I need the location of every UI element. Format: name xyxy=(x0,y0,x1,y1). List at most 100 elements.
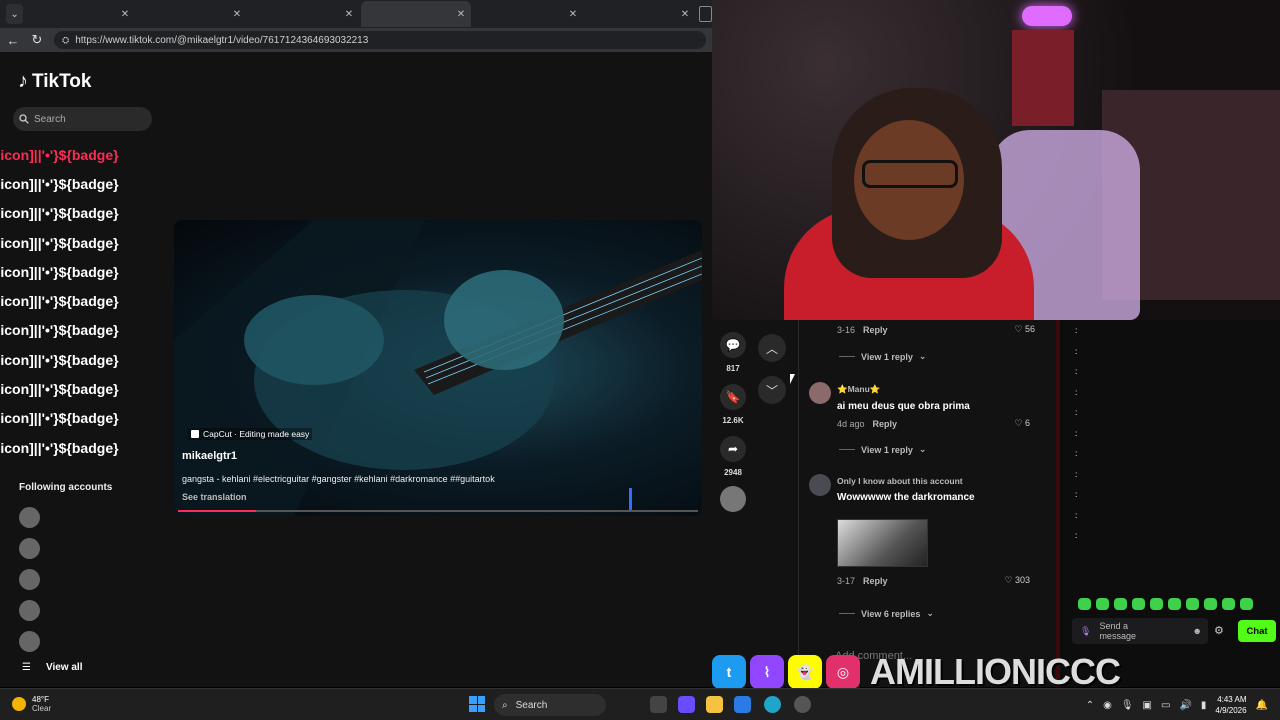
system-tray: ⌃ ◉ 🎙 ▣ ▭ 🔊 ▮ 4:43 AM 4/9/2026 🔔 xyxy=(1086,689,1280,720)
taskbar-search[interactable]: ⌕ Search xyxy=(494,694,606,716)
sidebar-item-explore[interactable]: ${icons[n.icon]||'•'}${badge} xyxy=(0,199,177,228)
sidebar-item-more[interactable]: ${icons[n.icon]||'•'}${badge} xyxy=(0,433,177,462)
view-replies-button[interactable]: View 1 reply ⌄ xyxy=(799,444,926,455)
sidebar-item-activity[interactable]: ${icons[n.icon]||'•'}${badge} xyxy=(0,345,177,374)
chat-send-button[interactable]: Chat xyxy=(1238,620,1276,642)
sidebar-item-live[interactable]: ${icons[n.icon]||'•'}${badge} xyxy=(0,286,177,315)
emoji-icon[interactable]: ☻ xyxy=(1193,626,1202,636)
browser-tab[interactable]: ✕ xyxy=(137,1,247,27)
close-icon[interactable]: ✕ xyxy=(121,9,129,20)
emote-icon[interactable] xyxy=(1240,598,1253,610)
emote-icon[interactable] xyxy=(1186,598,1199,610)
browser-tab[interactable]: ✕ xyxy=(585,1,695,27)
view-replies-button[interactable]: View 6 replies ⌄ xyxy=(799,608,934,619)
browser-tab[interactable]: ✕ xyxy=(249,1,359,27)
emote-icon[interactable] xyxy=(1132,598,1145,610)
sidebar-item-upload[interactable]: ${icons[n.icon]||'•'}${badge} xyxy=(0,374,177,403)
emote-icon[interactable] xyxy=(1114,598,1127,610)
file-explorer-icon[interactable] xyxy=(706,696,723,713)
following-account[interactable] xyxy=(19,502,49,533)
comment-user[interactable]: Only I know about this account xyxy=(837,476,1052,486)
next-video-button[interactable]: ﹀ xyxy=(758,376,786,404)
like-button[interactable]: ♡ 56 xyxy=(1014,324,1035,335)
view-replies-button[interactable]: View 1 reply ⌄ xyxy=(799,351,926,362)
reply-button[interactable]: Reply xyxy=(863,325,888,335)
sidebar-item-messages[interactable]: ${icons[n.icon]||'•'}${badge} xyxy=(0,316,177,345)
emote-icon[interactable] xyxy=(1168,598,1181,610)
following-account[interactable] xyxy=(19,533,49,564)
like-button[interactable]: ♡ 6 xyxy=(1014,418,1030,429)
browser-tab[interactable]: ✕ xyxy=(361,1,472,27)
split-view-icon[interactable] xyxy=(699,6,712,22)
edge-icon[interactable] xyxy=(764,696,781,713)
sidebar-item-profile[interactable]: ${icons[n.icon]||'•'}${badge} xyxy=(0,404,177,433)
comment-image[interactable] xyxy=(837,519,928,567)
emote-icon[interactable] xyxy=(1096,598,1109,610)
avatar[interactable] xyxy=(809,382,831,404)
chevron-up-icon[interactable]: ⌃ xyxy=(1086,700,1094,711)
sidebar-item-shop[interactable]: ${icons[n.icon]||'•'}${badge} xyxy=(0,169,177,198)
capcut-tag[interactable]: CapCut · Editing made easy xyxy=(188,428,313,440)
close-icon[interactable]: ✕ xyxy=(233,9,241,20)
sidebar-item-friends[interactable]: ${icons[n.icon]||'•'}${badge} xyxy=(0,257,177,286)
clock[interactable]: 4:43 AM 4/9/2026 xyxy=(1215,694,1246,716)
url-field[interactable]: ⛭ https://www.tiktok.com/@mikaelgtr1/vid… xyxy=(54,31,706,49)
close-icon[interactable]: ✕ xyxy=(457,9,465,20)
tray-app-icon[interactable]: ◉ xyxy=(1103,700,1112,711)
search-input[interactable]: Search xyxy=(13,107,152,131)
browser-tab[interactable]: ✕ xyxy=(473,1,583,27)
back-icon[interactable]: ← xyxy=(6,33,20,48)
following-account[interactable] xyxy=(19,595,49,626)
comment-user[interactable]: ⭐Manu⭐ xyxy=(837,384,1052,395)
volume-icon[interactable]: 🔊 xyxy=(1179,700,1191,711)
microphone-icon[interactable]: 🎙 xyxy=(1080,626,1091,636)
capcut-icon xyxy=(191,430,199,438)
microphone-icon[interactable]: 🎙 xyxy=(1121,700,1134,711)
like-button[interactable]: ♡ 303 xyxy=(1004,575,1030,586)
obs-icon[interactable] xyxy=(794,696,811,713)
video-author[interactable]: mikaelgtr1 xyxy=(182,450,237,462)
emote-icon[interactable] xyxy=(1150,598,1163,610)
close-icon[interactable]: ✕ xyxy=(345,9,353,20)
emote-icon[interactable] xyxy=(1204,598,1217,610)
monitor-icon[interactable]: ▭ xyxy=(1161,700,1170,711)
emote-icon[interactable] xyxy=(1222,598,1235,610)
avatar[interactable] xyxy=(809,474,831,496)
copilot-icon[interactable] xyxy=(678,696,695,713)
tiktok-logo[interactable]: ♪ TikTok xyxy=(18,70,91,93)
start-button[interactable] xyxy=(469,696,485,712)
comment-action[interactable]: 💬 817 xyxy=(718,332,748,373)
site-info-icon[interactable]: ⛭ xyxy=(62,35,69,46)
browser-tab[interactable]: ✕ xyxy=(25,1,135,27)
video-progress-bar[interactable] xyxy=(178,510,698,512)
chat-input-placeholder: Send a message xyxy=(1099,621,1136,641)
gear-icon[interactable]: ⚙ xyxy=(1214,624,1224,637)
sidebar-item-for-you[interactable]: ${icons[n.icon]||'•'}${badge} xyxy=(0,140,177,169)
sound-action[interactable] xyxy=(718,486,748,512)
mail-icon[interactable] xyxy=(734,696,751,713)
video-player[interactable]: CapCut · Editing made easy mikaelgtr1 ga… xyxy=(174,220,702,516)
previous-video-button[interactable]: ︿ xyxy=(758,334,786,362)
tab-menu-icon[interactable]: ⌄ xyxy=(6,4,24,24)
sidebar-item-following[interactable]: ${icons[n.icon]||'•'}${badge} xyxy=(0,228,177,257)
view-replies-label: View 6 replies xyxy=(861,608,921,619)
tray-app-icon[interactable]: ▣ xyxy=(1143,700,1152,711)
following-account[interactable] xyxy=(19,564,49,595)
notification-bell-icon[interactable]: 🔔 xyxy=(1256,700,1268,711)
close-icon[interactable]: ✕ xyxy=(569,9,577,20)
share-action[interactable]: ➦ 2948 xyxy=(718,436,748,477)
close-icon[interactable]: ✕ xyxy=(681,9,689,20)
task-view-icon[interactable] xyxy=(650,696,667,713)
save-action[interactable]: 🔖 12.6K xyxy=(718,384,748,425)
see-translation-link[interactable]: See translation xyxy=(182,492,247,502)
weather-widget[interactable]: 48°F Clear xyxy=(12,695,51,713)
view-all-button[interactable]: ☰ View all xyxy=(22,662,82,673)
reply-button[interactable]: Reply xyxy=(873,419,898,429)
reload-icon[interactable]: ↻ xyxy=(30,32,44,48)
following-account[interactable] xyxy=(19,626,49,657)
emote-icon[interactable] xyxy=(1078,598,1091,610)
battery-icon[interactable]: ▮ xyxy=(1201,700,1207,711)
chat-colon: : xyxy=(1075,345,1078,356)
reply-button[interactable]: Reply xyxy=(863,576,888,586)
chat-message-input[interactable]: 🎙 Send a message ☻ xyxy=(1072,618,1208,644)
